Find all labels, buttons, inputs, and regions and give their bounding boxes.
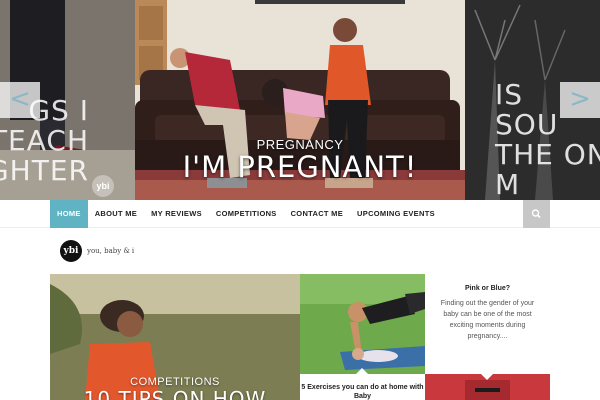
hero-slider: GS I TEACH GHTER ybi bbox=[0, 0, 600, 200]
slide-previous-caption-line: GHTER bbox=[0, 154, 89, 187]
slide-current[interactable]: PREGNANCY I'M PREGNANT! bbox=[135, 0, 465, 200]
slide-title[interactable]: I'M PREGNANT! bbox=[135, 150, 465, 184]
nav-item-upcoming-events[interactable]: UPCOMING EVENTS bbox=[350, 200, 442, 228]
nav-item-contact-me[interactable]: CONTACT ME bbox=[284, 200, 350, 228]
nav-menu: HOME ABOUT ME MY REVIEWS COMPETITIONS CO… bbox=[50, 200, 442, 228]
featured-grid: COMPETITIONS 10 TIPS ON HOW 5 Exercises … bbox=[50, 274, 550, 400]
page: GS I TEACH GHTER ybi bbox=[0, 0, 600, 400]
nav-item-competitions[interactable]: COMPETITIONS bbox=[209, 200, 284, 228]
caret-up-icon bbox=[356, 368, 368, 374]
slide-next-caption-line: THE ON bbox=[495, 138, 600, 171]
nav-item-about-me[interactable]: ABOUT ME bbox=[88, 200, 144, 228]
caret-down-icon bbox=[481, 374, 493, 380]
exercise-post-title[interactable]: 5 Exercises you can do at home with Baby bbox=[300, 383, 425, 400]
pink-blue-post-caption[interactable]: Pink or Blue? Finding out the gender of … bbox=[425, 274, 550, 374]
ybi-watermark: ybi bbox=[92, 175, 114, 197]
main-nav: HOME ABOUT ME MY REVIEWS COMPETITIONS CO… bbox=[0, 200, 600, 228]
nav-item-home[interactable]: HOME bbox=[50, 200, 88, 228]
nav-item-my-reviews[interactable]: MY REVIEWS bbox=[144, 200, 209, 228]
featured-post-large-title[interactable]: 10 TIPS ON HOW bbox=[50, 387, 300, 400]
search-icon bbox=[531, 209, 541, 219]
slide-previous-caption-line: TEACH bbox=[0, 124, 89, 157]
search-button[interactable] bbox=[523, 200, 550, 228]
exercise-post-caption[interactable]: 5 Exercises you can do at home with Baby bbox=[300, 368, 425, 400]
site-logo[interactable]: ybi you, baby & i bbox=[60, 240, 134, 262]
exercise-post-image[interactable] bbox=[300, 274, 425, 374]
pink-blue-post-excerpt: Finding out the gender of your baby can … bbox=[440, 300, 535, 340]
logo-tagline: you, baby & i bbox=[87, 247, 135, 255]
logo-mark: ybi bbox=[60, 240, 82, 262]
featured-post-large[interactable]: COMPETITIONS 10 TIPS ON HOW bbox=[50, 274, 300, 400]
slider-prev-button[interactable]: < bbox=[0, 82, 40, 118]
pink-blue-post-title[interactable]: Pink or Blue? bbox=[425, 285, 550, 292]
exercise-post-photo bbox=[300, 274, 425, 374]
slider-next-button[interactable]: > bbox=[560, 82, 600, 118]
slide-next-caption-line: M bbox=[495, 168, 521, 200]
